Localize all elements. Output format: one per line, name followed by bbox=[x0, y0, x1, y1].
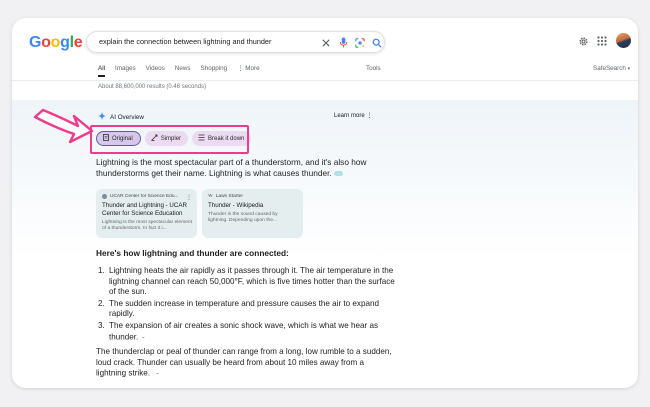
search-bar[interactable]: explain the connection between lightning… bbox=[86, 31, 385, 53]
step-text: The expansion of air creates a sonic sho… bbox=[109, 320, 379, 341]
source-title: Thunder - Wikipedia bbox=[208, 202, 264, 209]
safesearch-button[interactable]: SafeSearch ▾ bbox=[593, 65, 630, 72]
logo-letter: e bbox=[73, 34, 83, 51]
tools-button[interactable]: Tools bbox=[366, 65, 381, 72]
ai-overview-header: AI Overview bbox=[98, 112, 144, 122]
tab-more[interactable]: ⋮ More bbox=[237, 65, 259, 75]
source-site-name: Lawn Starter bbox=[215, 194, 243, 199]
source-snippet: Thunder is the sound caused by lightning… bbox=[208, 212, 278, 223]
source-site-name: UCAR Center for Science Edu... bbox=[110, 194, 179, 199]
section-heading: Here's how lightning and thunder are con… bbox=[96, 248, 289, 258]
results-count: About 88,600,000 results (0.46 seconds) bbox=[98, 84, 207, 90]
source-card[interactable]: UCAR Center for Science Edu... Thunder a… bbox=[96, 189, 197, 238]
tab-all[interactable]: All bbox=[98, 65, 105, 77]
logo-letter: g bbox=[60, 34, 70, 51]
list-item: 3. The expansion of air creates a sonic s… bbox=[98, 320, 379, 343]
browser-window: Google explain the connection between li… bbox=[12, 18, 638, 388]
step-text: Lightning heats the air rapidly as it pa… bbox=[109, 266, 395, 297]
chevron-down-icon: ▾ bbox=[627, 66, 631, 72]
wikipedia-icon: W bbox=[208, 194, 213, 199]
closing-text: The thunderclap or peal of thunder can r… bbox=[96, 347, 392, 378]
learn-more-label: Learn more bbox=[334, 113, 365, 119]
tab-more-label: More bbox=[245, 65, 260, 72]
settings-icon[interactable] bbox=[576, 34, 590, 48]
ai-overview-lead: Lightning is the most spectacular part o… bbox=[96, 157, 396, 179]
closing-paragraph: The thunderclap or peal of thunder can r… bbox=[96, 347, 396, 379]
more-vert-icon[interactable]: ⋮ bbox=[186, 194, 192, 201]
sparkle-icon bbox=[98, 112, 106, 122]
more-icon: ⋮ bbox=[237, 65, 246, 72]
highlight-box bbox=[90, 125, 249, 154]
source-title: Thunder and Lightning - UCAR Center for … bbox=[102, 202, 187, 217]
source-card[interactable]: W Lawn Starter Thunder - Wikipedia Thund… bbox=[202, 189, 303, 238]
list-item: 2. The sudden increase in temperature and… bbox=[98, 298, 379, 319]
ai-overview-label: AI Overview bbox=[110, 113, 144, 121]
search-icon[interactable] bbox=[370, 36, 383, 49]
logo-letter: G bbox=[29, 34, 42, 51]
source-link-icon[interactable] bbox=[334, 171, 343, 177]
expand-chevron-icon[interactable]: ⌄ bbox=[141, 332, 145, 343]
source-site: W Lawn Starter bbox=[208, 194, 298, 199]
avatar[interactable] bbox=[616, 33, 631, 48]
apps-icon[interactable] bbox=[595, 34, 609, 48]
safesearch-label: SafeSearch bbox=[593, 65, 626, 72]
more-vert-icon: ⋮ bbox=[366, 113, 373, 119]
mic-icon[interactable] bbox=[337, 36, 350, 49]
site-favicon-icon bbox=[102, 194, 107, 199]
source-snippet: Lightning is the most spectacular elemen… bbox=[102, 220, 192, 231]
expand-chevron-icon[interactable]: ⌄ bbox=[155, 368, 159, 379]
clear-icon[interactable] bbox=[319, 36, 332, 49]
header-divider bbox=[12, 80, 638, 81]
step-text: The sudden increase in temperature and p… bbox=[109, 298, 379, 319]
tab-videos[interactable]: Videos bbox=[146, 65, 165, 75]
search-tabs: All Images Videos News Shopping ⋮ More bbox=[98, 65, 270, 79]
learn-more-link[interactable]: Learn more ⋮ bbox=[334, 112, 372, 119]
steps-list: 1. Lightning heats the air rapidly as it … bbox=[96, 266, 396, 344]
tab-images[interactable]: Images bbox=[115, 65, 136, 75]
logo-letter: o bbox=[50, 34, 61, 51]
tab-news[interactable]: News bbox=[175, 65, 191, 75]
list-item: 1. Lightning heats the air rapidly as it … bbox=[98, 266, 395, 297]
lens-icon[interactable] bbox=[353, 36, 366, 49]
lead-text: Lightning is the most spectacular part o… bbox=[96, 157, 367, 178]
search-input[interactable]: explain the connection between lightning… bbox=[99, 37, 271, 46]
google-logo[interactable]: Google bbox=[29, 34, 83, 52]
source-site: UCAR Center for Science Edu... bbox=[102, 194, 192, 199]
tab-shopping[interactable]: Shopping bbox=[201, 65, 228, 75]
logo-letter: o bbox=[41, 34, 51, 51]
